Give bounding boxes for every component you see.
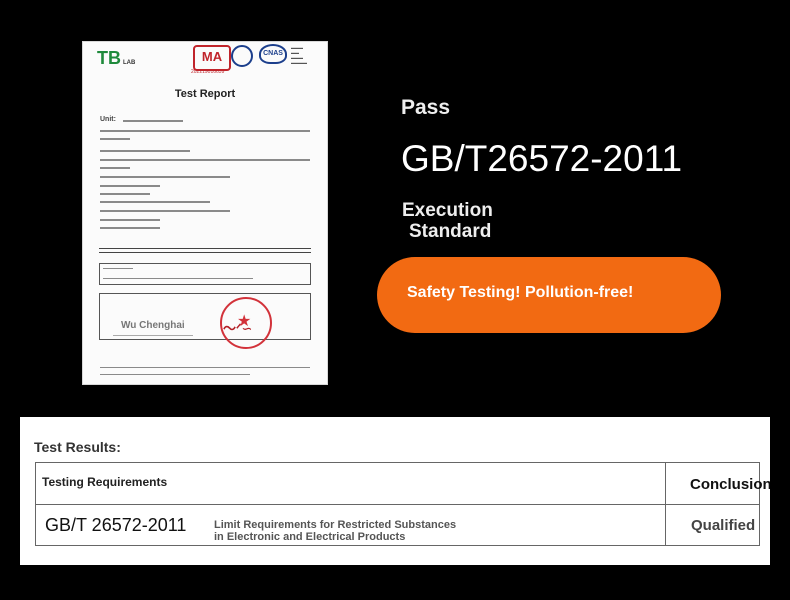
doc-text-line [100, 219, 160, 221]
test-results-panel: Test Results: Testing Requirements Concl… [20, 417, 770, 565]
tb-lab-logo: TB LAB [97, 48, 136, 68]
conclusion-header: Conclusion [690, 476, 770, 493]
execution-standard-label: Execution Standard [402, 200, 493, 242]
doc-footer-line [100, 374, 250, 375]
doc-text-line [100, 201, 210, 203]
slogan-text: Safety Testing! Pollution-free! [407, 284, 634, 301]
doc-text-line [100, 167, 130, 169]
results-heading: Test Results: [34, 439, 121, 455]
doc-text-line [100, 159, 310, 161]
table-column-divider [665, 463, 666, 545]
requirements-header: Testing Requirements [42, 475, 168, 489]
doc-signature-box [99, 293, 311, 340]
doc-text-line [100, 130, 310, 132]
doc-footer-line [100, 367, 310, 368]
unit-label: Unit: [100, 116, 116, 123]
doc-text-line [100, 227, 160, 229]
results-table: Testing Requirements Conclusion GB/T 265… [35, 462, 770, 546]
handwritten-signature: ～ᐟ∽ [223, 322, 253, 337]
pass-label: Pass [401, 96, 451, 119]
ma-number: 202219016659 [191, 69, 225, 75]
report-title: Test Report [174, 88, 236, 100]
test-report-document: TB LAB MA 202219016659 CNAS ▬▬▬ ▬▬ ▬▬▬ ▬▬▬▬ … [82, 41, 328, 385]
cert-small-print: ▬▬▬ ▬▬ ▬▬▬ ▬▬▬▬ [291, 45, 307, 65]
row-desc-line-1: Limit Requirements for Restricted Substa… [214, 519, 457, 531]
doc-text-line [100, 210, 230, 212]
doc-text-line [100, 138, 130, 140]
doc-results-table [99, 263, 311, 285]
row-standard: GB/T 26572-2011 [45, 515, 187, 535]
row-conclusion: Qualified [691, 517, 756, 534]
exec-line-2: Standard [409, 221, 492, 242]
doc-divider [99, 248, 311, 249]
slogan-banner: Safety Testing! Pollution-free! [377, 257, 721, 333]
doc-text-line [103, 278, 253, 279]
tester-signature: Wu Chenghai [121, 320, 185, 331]
doc-text-line [100, 176, 230, 178]
ma-certification-mark: MA [193, 45, 231, 71]
doc-text-line [100, 150, 190, 152]
ilac-seal-icon [231, 45, 253, 67]
table-row-divider [36, 504, 759, 505]
exec-line-1: Execution [402, 200, 493, 221]
standard-code: GB/T26572-2011 [401, 138, 683, 179]
cnas-mark: CNAS [259, 44, 287, 64]
row-description: Limit Requirements for Restricted Substa… [214, 519, 456, 543]
doc-divider [99, 252, 311, 253]
doc-text-line [100, 185, 160, 187]
row-desc-line-2: in Electronic and Electrical Products [214, 531, 406, 543]
signature-underline [113, 335, 193, 336]
doc-text-line [103, 268, 133, 269]
doc-text-line [123, 120, 183, 122]
doc-text-line [100, 193, 150, 195]
